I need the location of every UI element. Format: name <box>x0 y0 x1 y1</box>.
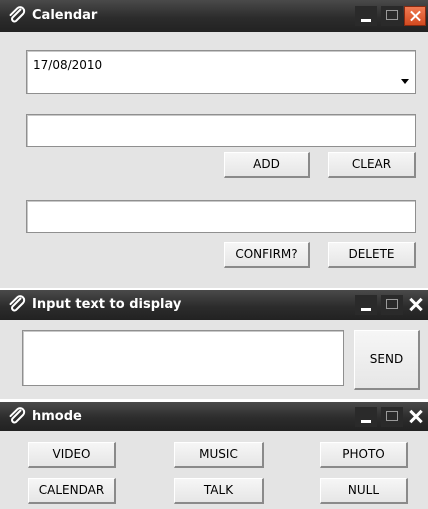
photo-button[interactable]: PHOTO <box>320 442 408 468</box>
input-window: Input text to display SEND <box>0 290 428 399</box>
null-button[interactable]: NULL <box>320 478 408 504</box>
add-button[interactable]: ADD <box>224 152 310 178</box>
calendar-titlebar[interactable]: Calendar <box>0 0 428 32</box>
close-icon[interactable] <box>405 295 427 315</box>
hmode-titlebar[interactable]: hmode <box>0 402 428 431</box>
maximize-icon[interactable] <box>381 6 403 26</box>
input-titlebar[interactable]: Input text to display <box>0 290 428 320</box>
confirm-field[interactable] <box>26 200 416 233</box>
window-title: hmode <box>32 409 82 424</box>
video-button[interactable]: VIDEO <box>28 442 116 468</box>
send-button[interactable]: SEND <box>354 330 420 390</box>
display-text-input[interactable] <box>22 330 344 386</box>
maximize-icon[interactable] <box>381 407 403 427</box>
clear-button[interactable]: CLEAR <box>328 152 416 178</box>
minimize-icon[interactable] <box>355 295 377 315</box>
paperclip-icon <box>8 295 26 313</box>
minimize-icon[interactable] <box>355 6 377 26</box>
calendar-window: Calendar 17/08/2010 ADD CLEAR CONFIRM? D… <box>0 0 428 288</box>
entry-field[interactable] <box>26 114 416 147</box>
date-dropdown[interactable]: 17/08/2010 <box>26 50 416 94</box>
delete-button[interactable]: DELETE <box>328 242 416 268</box>
paperclip-icon <box>8 6 26 24</box>
window-title: Calendar <box>32 8 98 23</box>
confirm-button[interactable]: CONFIRM? <box>224 242 310 268</box>
date-value: 17/08/2010 <box>33 58 103 72</box>
close-icon[interactable] <box>404 6 426 26</box>
window-title: Input text to display <box>32 297 182 312</box>
talk-button[interactable]: TALK <box>174 478 264 504</box>
calendar-button[interactable]: CALENDAR <box>28 478 116 504</box>
hmode-window: hmode VIDEO MUSIC PHOTO CALENDAR TALK NU… <box>0 402 428 509</box>
music-button[interactable]: MUSIC <box>174 442 264 468</box>
minimize-icon[interactable] <box>355 407 377 427</box>
chevron-down-icon[interactable] <box>401 79 409 84</box>
maximize-icon[interactable] <box>381 295 403 315</box>
close-icon[interactable] <box>405 407 427 427</box>
paperclip-icon <box>8 407 26 425</box>
